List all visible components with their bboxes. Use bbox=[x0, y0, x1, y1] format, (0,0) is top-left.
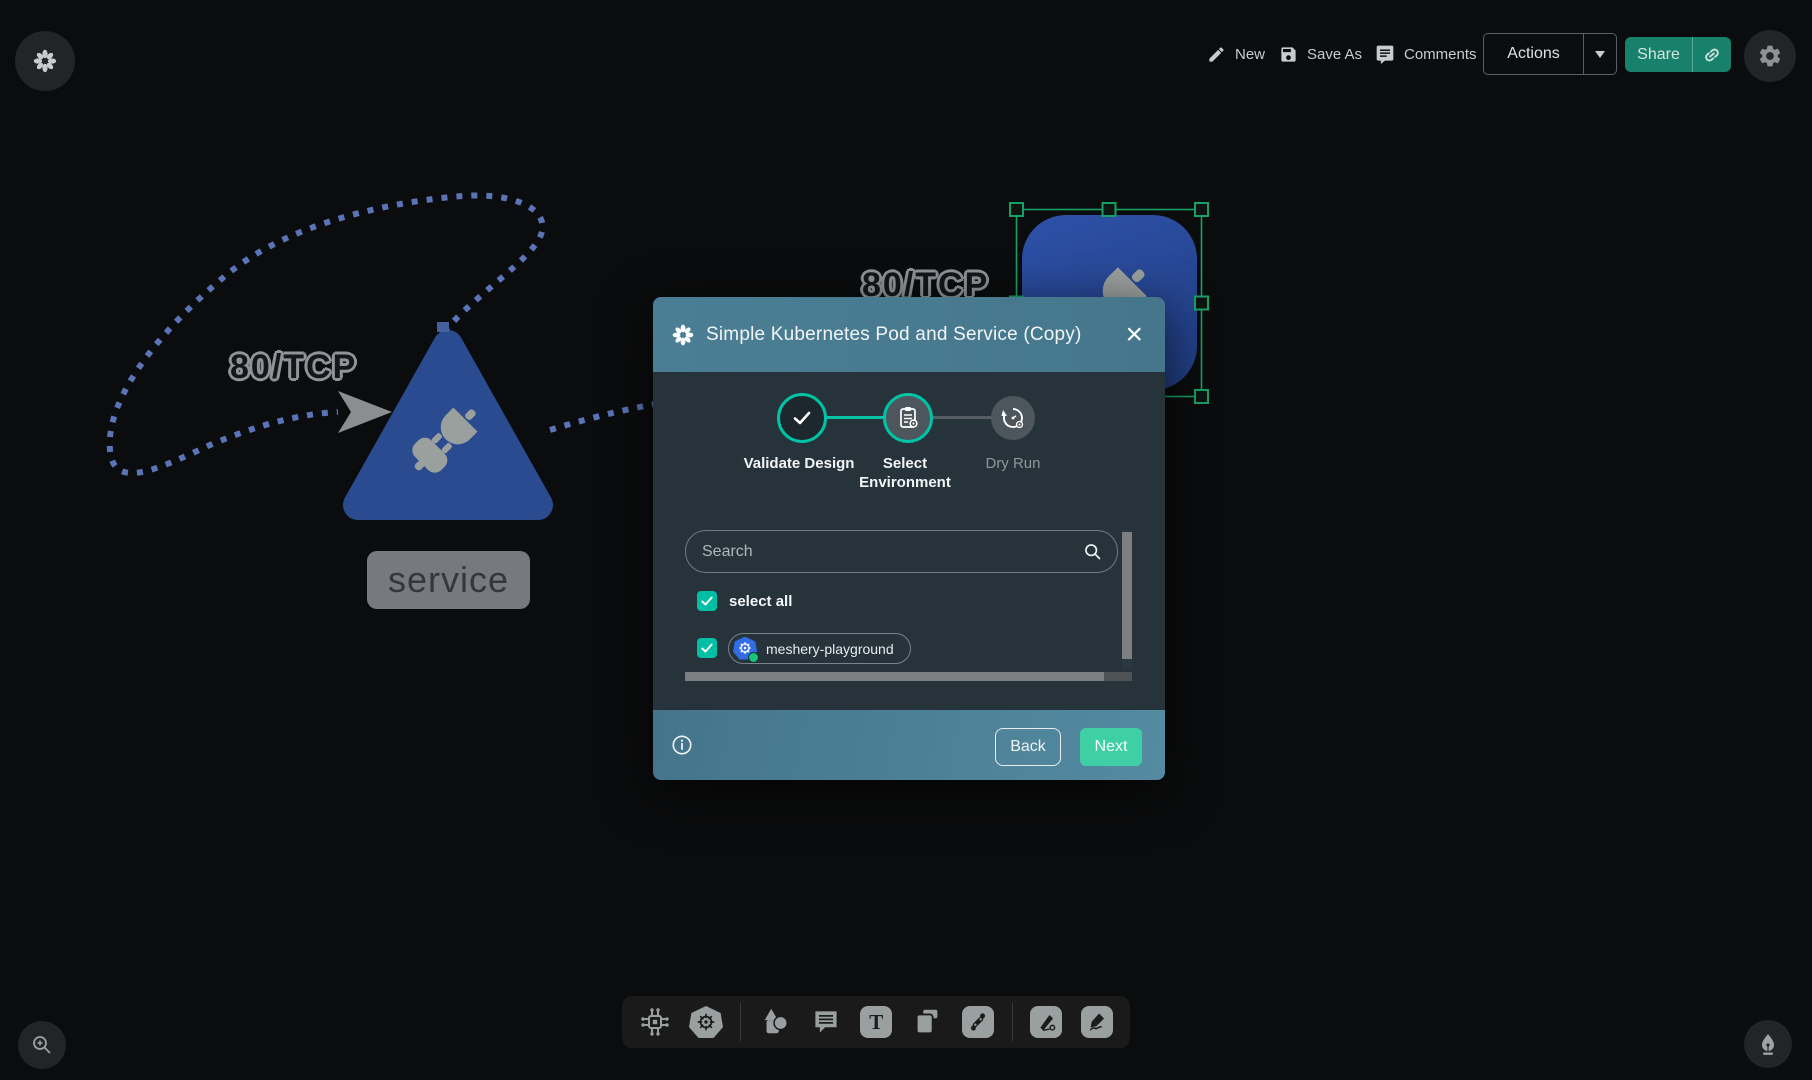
settings-button[interactable] bbox=[1744, 30, 1796, 82]
circuit-icon bbox=[638, 1005, 672, 1039]
edge-anchor bbox=[437, 322, 449, 332]
stepper-connector-complete bbox=[824, 416, 886, 419]
toolbar-divider bbox=[740, 1003, 741, 1041]
meshery-logo-icon bbox=[671, 323, 695, 347]
kubernetes-tool[interactable] bbox=[689, 1004, 723, 1040]
select-all-checkbox[interactable] bbox=[697, 591, 717, 611]
clipboard-gear-icon bbox=[895, 405, 921, 431]
stepper-connector-pending bbox=[932, 416, 994, 419]
link-nodes-icon bbox=[962, 1006, 994, 1038]
meshery-logo-button[interactable] bbox=[15, 31, 75, 91]
deploy-stepper-modal: Simple Kubernetes Pod and Service (Copy)… bbox=[653, 297, 1165, 780]
dry-run-icon bbox=[1000, 405, 1026, 431]
components-tool[interactable] bbox=[638, 1004, 672, 1040]
text-icon: T bbox=[860, 1006, 892, 1038]
share-button[interactable]: Share bbox=[1625, 37, 1731, 72]
edge-arrowhead bbox=[338, 391, 392, 433]
pen-nib-icon bbox=[1756, 1032, 1780, 1056]
zoom-in-button[interactable] bbox=[18, 1021, 66, 1069]
comments-button[interactable]: Comments bbox=[1375, 38, 1477, 70]
kubernetes-icon bbox=[733, 637, 757, 661]
status-dot bbox=[748, 652, 759, 663]
pencil-doodle-icon bbox=[1081, 1006, 1113, 1038]
save-as-label: Save As bbox=[1307, 46, 1362, 63]
actions-dropdown[interactable]: Actions bbox=[1483, 33, 1617, 75]
comments-label: Comments bbox=[1404, 46, 1477, 63]
step-label-dry-run: Dry Run bbox=[955, 455, 1071, 474]
pen-tool[interactable] bbox=[1030, 1004, 1064, 1040]
new-label: New bbox=[1235, 46, 1265, 63]
scrollbar-thumb[interactable] bbox=[1122, 532, 1132, 659]
share-label: Share bbox=[1625, 46, 1692, 64]
step-label-validate-design: Validate Design bbox=[741, 455, 857, 474]
media-icon bbox=[911, 1006, 943, 1038]
text-tool[interactable]: T bbox=[859, 1004, 893, 1040]
check-icon bbox=[790, 406, 814, 430]
comment-tool[interactable] bbox=[809, 1004, 843, 1040]
new-button[interactable]: New bbox=[1207, 38, 1265, 70]
save-icon bbox=[1279, 45, 1298, 64]
environment-chip[interactable]: meshery-playground bbox=[728, 633, 911, 664]
modal-footer: Back Next bbox=[653, 710, 1165, 780]
pen-tool-icon bbox=[1030, 1006, 1062, 1038]
vertical-scrollbar[interactable] bbox=[1122, 530, 1132, 669]
step-dry-run bbox=[991, 396, 1035, 440]
gear-icon bbox=[1757, 43, 1783, 69]
search-input[interactable] bbox=[700, 542, 1074, 562]
zoom-in-icon bbox=[30, 1033, 54, 1057]
select-all-label: select all bbox=[729, 593, 792, 610]
modal-title: Simple Kubernetes Pod and Service (Copy) bbox=[706, 324, 1110, 346]
environment-search bbox=[685, 530, 1118, 573]
check-icon bbox=[700, 594, 714, 608]
step-label-select-environment: Select Environment bbox=[847, 455, 963, 493]
media-tool[interactable] bbox=[910, 1004, 944, 1040]
relationship-tool[interactable] bbox=[961, 1004, 995, 1040]
copy-link-button[interactable] bbox=[1693, 45, 1731, 65]
canvas-toolbar: T bbox=[622, 996, 1130, 1048]
shapes-icon bbox=[759, 1006, 791, 1038]
scrollbar-corner bbox=[1104, 672, 1132, 681]
next-button[interactable]: Next bbox=[1080, 728, 1142, 766]
service-node-label: service bbox=[367, 551, 530, 609]
close-button[interactable]: × bbox=[1121, 320, 1147, 350]
actions-expand-button[interactable] bbox=[1584, 45, 1616, 63]
environment-name: meshery-playground bbox=[766, 641, 894, 657]
save-as-button[interactable]: Save As bbox=[1279, 38, 1362, 70]
modal-header: Simple Kubernetes Pod and Service (Copy)… bbox=[653, 297, 1165, 372]
comment-icon bbox=[811, 1007, 841, 1037]
actions-label: Actions bbox=[1484, 45, 1583, 63]
kubernetes-icon bbox=[689, 1006, 723, 1038]
pencil-icon bbox=[1207, 45, 1226, 64]
step-validate-design[interactable] bbox=[777, 393, 827, 443]
horizontal-scrollbar[interactable] bbox=[685, 672, 1104, 681]
toolbar-divider bbox=[1012, 1003, 1013, 1041]
sketch-tool[interactable] bbox=[1080, 1004, 1114, 1040]
step-select-environment[interactable] bbox=[883, 393, 933, 443]
comment-icon bbox=[1375, 44, 1395, 64]
search-icon[interactable] bbox=[1082, 541, 1103, 562]
info-icon[interactable] bbox=[671, 734, 693, 756]
environment-checkbox[interactable] bbox=[697, 638, 717, 658]
shapes-tool[interactable] bbox=[758, 1004, 792, 1040]
meshery-logo-icon bbox=[32, 48, 58, 74]
link-icon bbox=[1702, 45, 1722, 65]
back-button[interactable]: Back bbox=[995, 728, 1061, 766]
port-label: 80/TCP bbox=[230, 348, 357, 387]
fountain-pen-button[interactable] bbox=[1744, 1020, 1792, 1068]
chevron-down-icon bbox=[1595, 51, 1605, 63]
check-icon bbox=[700, 641, 714, 655]
